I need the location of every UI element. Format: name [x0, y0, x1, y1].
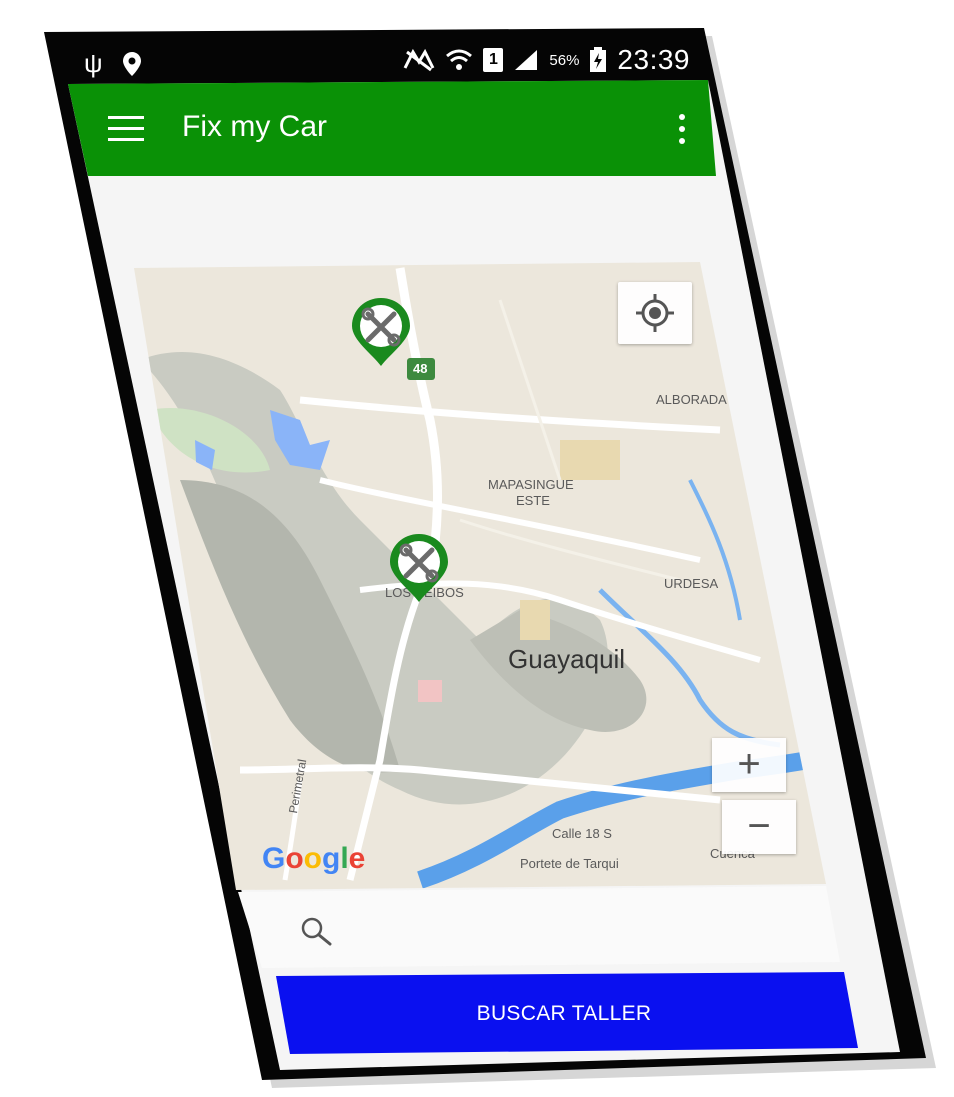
battery-percent: 56%	[549, 51, 580, 69]
my-location-icon	[636, 294, 674, 332]
clock: 23:39	[617, 44, 690, 75]
map-label-calle: Calle 18 S	[552, 826, 612, 841]
google-logo: Google	[262, 842, 366, 875]
map-label-mapasingue: MAPASINGUE	[488, 477, 574, 492]
my-location-button[interactable]	[618, 282, 692, 344]
hamburger-menu-icon[interactable]	[108, 116, 144, 142]
map-label-urdesa: URDESA	[664, 576, 719, 591]
map-label-city: Guayaquil	[508, 644, 626, 674]
zoom-in-button[interactable]: +	[712, 738, 786, 792]
overflow-menu-icon[interactable]	[676, 112, 688, 146]
buscar-taller-button[interactable]: BUSCAR TALLER	[384, 996, 744, 1032]
battery-icon	[590, 47, 607, 72]
no-signal-icon	[404, 48, 435, 72]
usb-icon: ψ	[84, 48, 103, 78]
zoom-out-button[interactable]: −	[722, 800, 796, 854]
location-pin-icon	[122, 51, 141, 76]
app-title: Fix my Car	[182, 110, 327, 143]
app-bar-content: Fix my Car	[108, 104, 688, 156]
wifi-icon	[446, 49, 473, 70]
map-label-alborada: ALBORADA	[656, 392, 727, 407]
map-label-este: ESTE	[516, 493, 550, 508]
wrench-icon	[352, 298, 410, 366]
sim-icon: 1	[483, 48, 504, 72]
wrench-icon	[390, 534, 448, 602]
highway-number: 48	[413, 361, 428, 376]
map-label-portete: Portete de Tarqui	[520, 856, 619, 871]
cell-signal-icon	[515, 50, 538, 70]
status-bar: ψ 1 56% 23:39	[60, 40, 700, 82]
search-input[interactable]	[346, 914, 770, 950]
search-icon	[301, 917, 332, 946]
